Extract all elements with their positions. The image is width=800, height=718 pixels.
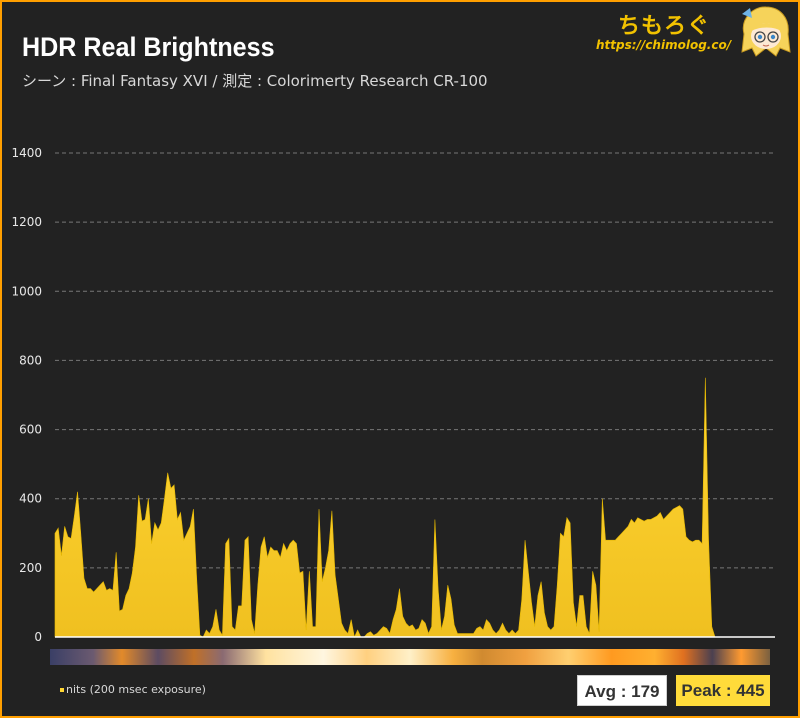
series-layer [54,377,716,638]
legend-label: nits (200 msec exposure) [66,683,206,696]
y-tick-label: 800 [19,353,42,367]
scene-thumbnail-strip [50,649,770,665]
y-axis-ticks: 0 200 400 600 800 1000 1200 1400 [11,146,42,644]
y-tick-label: 1200 [11,215,42,229]
y-tick-label: 400 [19,492,42,506]
legend-swatch [60,688,64,692]
avg-badge: Avg : 179 [577,675,667,706]
y-tick-label: 0 [34,630,42,644]
legend: nits (200 msec exposure) [60,683,206,696]
series-area-nits [54,377,716,638]
grid-lines [55,152,775,569]
y-tick-label: 1000 [11,284,42,298]
y-tick-label: 200 [19,561,42,575]
y-tick-label: 1400 [11,146,42,160]
peak-badge: Peak : 445 [676,675,770,706]
y-tick-label: 600 [19,423,42,437]
brightness-chart: 0 200 400 600 800 1000 1200 1400 [11,146,775,644]
